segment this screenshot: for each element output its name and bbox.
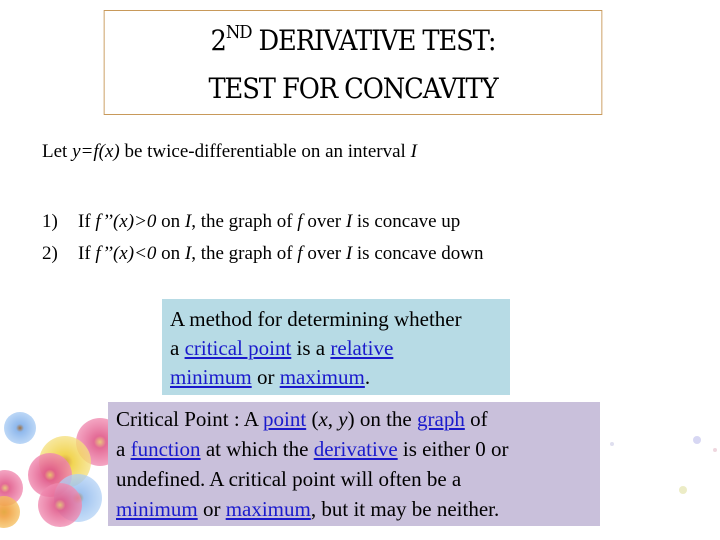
intro-interval: I (410, 141, 417, 162)
critical-text: , but it may be neither. (310, 497, 500, 521)
critical-text: ( (306, 407, 319, 431)
maximum-link[interactable]: maximum (226, 497, 311, 521)
rule-text: , the graph of (191, 211, 298, 232)
title-superscript: ND (225, 22, 253, 43)
rule-number: 1) (42, 211, 58, 232)
title-number: 2 (210, 24, 227, 57)
title-text: DERIVATIVE TEST: (251, 24, 496, 57)
concavity-rules: 1) If f’’(x)>0 on I, the graph of f over … (42, 206, 484, 270)
coord-y: y (338, 407, 348, 431)
rule-text: , the graph of (191, 243, 298, 264)
sparkle-dot (610, 442, 614, 446)
rule-text: on (156, 211, 185, 232)
function-link[interactable]: function (131, 437, 201, 461)
rule-text: on (156, 243, 185, 264)
rule-item: 1) If f’’(x)>0 on I, the graph of f over … (42, 206, 484, 238)
rule-text: over (307, 211, 346, 232)
relative-link[interactable]: relative (330, 336, 393, 360)
sparkle-decoration (610, 436, 717, 494)
method-text: A method for determining whether (170, 307, 462, 331)
slide-title-box: 2ND DERIVATIVE TEST: TEST FOR CONCAVITY (103, 10, 603, 115)
method-definition-box: A method for determining whether a criti… (162, 299, 510, 395)
point-link[interactable]: point (263, 407, 306, 431)
method-text: . (364, 365, 371, 389)
derivative-link[interactable]: derivative (314, 437, 398, 461)
minimum-link[interactable]: minimum (116, 497, 198, 521)
critical-point-link[interactable]: critical point (185, 336, 292, 360)
flower-blue-small (4, 412, 36, 444)
intro-middle: be twice-differentiable on an interval (119, 141, 411, 162)
graph-link[interactable]: graph (417, 407, 465, 431)
coord-x: x (318, 407, 328, 431)
flower-magenta (38, 483, 82, 527)
sparkle-dot (713, 448, 717, 452)
critical-text: ) on the (347, 407, 417, 431)
rule-text: If (78, 211, 96, 232)
method-text: is a (291, 336, 331, 360)
intro-prefix: Let (42, 141, 73, 162)
critical-text: , (327, 407, 339, 431)
sparkle-dot (679, 486, 687, 494)
rule-function: f (297, 211, 308, 232)
rule-text: over (307, 243, 346, 264)
critical-text: is either 0 or (397, 437, 509, 461)
critical-text: or (197, 497, 226, 521)
slide-title-line-1: 2ND DERIVATIVE TEST: (105, 19, 602, 67)
intro-function: y=f(x) (72, 141, 120, 162)
rule-function: f (297, 243, 308, 264)
rule-result: is concave down (352, 243, 484, 264)
maximum-link[interactable]: maximum (280, 365, 365, 389)
critical-text: of (464, 407, 488, 431)
slide-title-line-2: TEST FOR CONCAVITY (208, 72, 498, 105)
rule-result: is concave up (352, 211, 461, 232)
critical-text: undefined. A critical point will often b… (116, 467, 462, 491)
intro-statement: Let y=f(x) be twice-differentiable on an… (42, 141, 417, 163)
critical-text: at which the (200, 437, 314, 461)
rule-condition: f’’(x)>0 (95, 211, 157, 232)
critical-point-definition-box: Critical Point : A point (x, y) on the g… (108, 402, 600, 526)
critical-text: Critical Point : A (116, 407, 264, 431)
rule-condition: f’’(x)<0 (95, 243, 157, 264)
critical-text: a (116, 437, 131, 461)
method-text: a (170, 336, 185, 360)
minimum-link[interactable]: minimum (170, 365, 252, 389)
rule-text: If (78, 243, 96, 264)
rule-item: 2) If f’’(x)<0 on I, the graph of f over … (42, 238, 484, 270)
method-text: or (251, 365, 280, 389)
sparkle-dot (693, 436, 701, 444)
rule-number: 2) (42, 243, 58, 264)
